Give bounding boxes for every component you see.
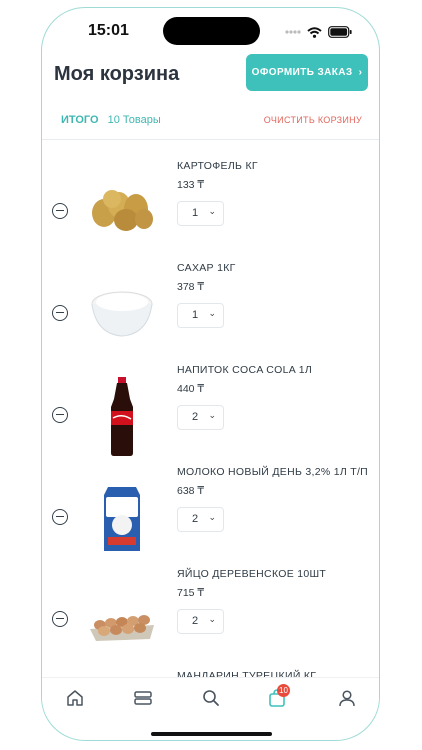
chevron-down-icon: ⌄ bbox=[208, 206, 216, 216]
chevron-down-icon: ⌄ bbox=[208, 614, 216, 624]
home-icon[interactable] bbox=[65, 688, 85, 708]
remove-item-button[interactable] bbox=[52, 305, 68, 321]
quantity-select[interactable]: 2 ⌄ bbox=[177, 405, 224, 430]
cart-badge: 10 bbox=[277, 684, 290, 697]
search-icon[interactable] bbox=[201, 688, 221, 708]
quantity-select[interactable]: 1 ⌄ bbox=[177, 303, 224, 328]
cola-bottle-image bbox=[111, 377, 133, 456]
status-icons bbox=[285, 26, 352, 38]
list-item: САХАР 1КГ 378 ₸ 1 ⌄ bbox=[42, 242, 379, 344]
total-label: ИТОГО bbox=[61, 114, 99, 126]
quantity-value: 2 bbox=[192, 411, 199, 423]
item-name: НАПИТОК COCA COLA 1Л bbox=[177, 364, 313, 376]
home-indicator bbox=[151, 732, 272, 736]
battery-icon bbox=[328, 26, 352, 38]
quantity-select[interactable]: 2 ⌄ bbox=[177, 609, 224, 634]
list-item: МОЛОКО НОВЫЙ ДЕНЬ 3,2% 1Л Т/П 638 ₸ 2 ⌄ bbox=[42, 446, 379, 551]
checkout-button[interactable]: ОФОРМИТЬ ЗАКАЗ › bbox=[246, 54, 368, 91]
wifi-icon bbox=[307, 26, 322, 38]
catalog-icon[interactable] bbox=[133, 688, 153, 708]
chevron-down-icon: ⌄ bbox=[208, 410, 216, 420]
item-name: ЯЙЦО ДЕРЕВЕНСКОЕ 10ШТ bbox=[177, 568, 327, 580]
quantity-value: 2 bbox=[192, 615, 199, 627]
checkout-label: ОФОРМИТЬ ЗАКАЗ bbox=[251, 67, 353, 78]
sugar-bowl-image bbox=[91, 291, 153, 337]
chevron-down-icon: ⌄ bbox=[208, 308, 216, 318]
quantity-value: 2 bbox=[192, 513, 199, 525]
list-item: ЯЙЦО ДЕРЕВЕНСКОЕ 10ШТ 715 ₸ 2 ⌄ bbox=[42, 548, 379, 650]
profile-icon[interactable] bbox=[337, 688, 357, 708]
list-item: НАПИТОК COCA COLA 1Л 440 ₸ 2 ⌄ bbox=[42, 344, 379, 456]
eggs-tray-image bbox=[90, 615, 154, 641]
clear-cart-button[interactable]: ОЧИСТИТЬ КОРЗИНУ bbox=[264, 115, 362, 125]
phone-frame: 15:01 Моя корзина ОФОРМИТЬ ЗАКАЗ › ИТОГО… bbox=[41, 7, 380, 741]
item-name: МОЛОКО НОВЫЙ ДЕНЬ 3,2% 1Л Т/П bbox=[177, 466, 369, 478]
remove-item-button[interactable] bbox=[52, 407, 68, 423]
item-name: САХАР 1КГ bbox=[177, 262, 236, 274]
item-count: 10 Товары bbox=[107, 114, 161, 126]
quantity-value: 1 bbox=[192, 309, 199, 321]
remove-item-button[interactable] bbox=[52, 509, 68, 525]
item-price: 378 ₸ bbox=[177, 281, 205, 293]
item-price: 440 ₸ bbox=[177, 383, 205, 395]
item-price: 715 ₸ bbox=[177, 587, 205, 599]
quantity-value: 1 bbox=[192, 207, 199, 219]
status-time: 15:01 bbox=[88, 22, 129, 39]
signal-icon bbox=[285, 30, 301, 34]
item-price: 638 ₸ bbox=[177, 485, 205, 497]
quantity-select[interactable]: 2 ⌄ bbox=[177, 507, 224, 532]
cart-summary: ИТОГО 10 Товары bbox=[61, 114, 161, 126]
potatoes-image bbox=[92, 190, 153, 231]
dynamic-island bbox=[163, 17, 260, 45]
chevron-right-icon: › bbox=[358, 67, 363, 78]
milk-carton-image bbox=[104, 487, 140, 551]
tab-bar bbox=[42, 677, 379, 716]
list-item: МАНДАРИН ТУРЕЦКИЙ КГ bbox=[42, 650, 379, 682]
page-title: Моя корзина bbox=[54, 63, 180, 85]
item-price: 133 ₸ bbox=[177, 179, 205, 191]
list-item: КАРТОФЕЛЬ КГ 133 ₸ 1 ⌄ bbox=[42, 140, 379, 242]
quantity-select[interactable]: 1 ⌄ bbox=[177, 201, 224, 226]
item-name: КАРТОФЕЛЬ КГ bbox=[177, 160, 258, 172]
chevron-down-icon: ⌄ bbox=[208, 512, 216, 522]
remove-item-button[interactable] bbox=[52, 203, 68, 219]
remove-item-button[interactable] bbox=[52, 611, 68, 627]
